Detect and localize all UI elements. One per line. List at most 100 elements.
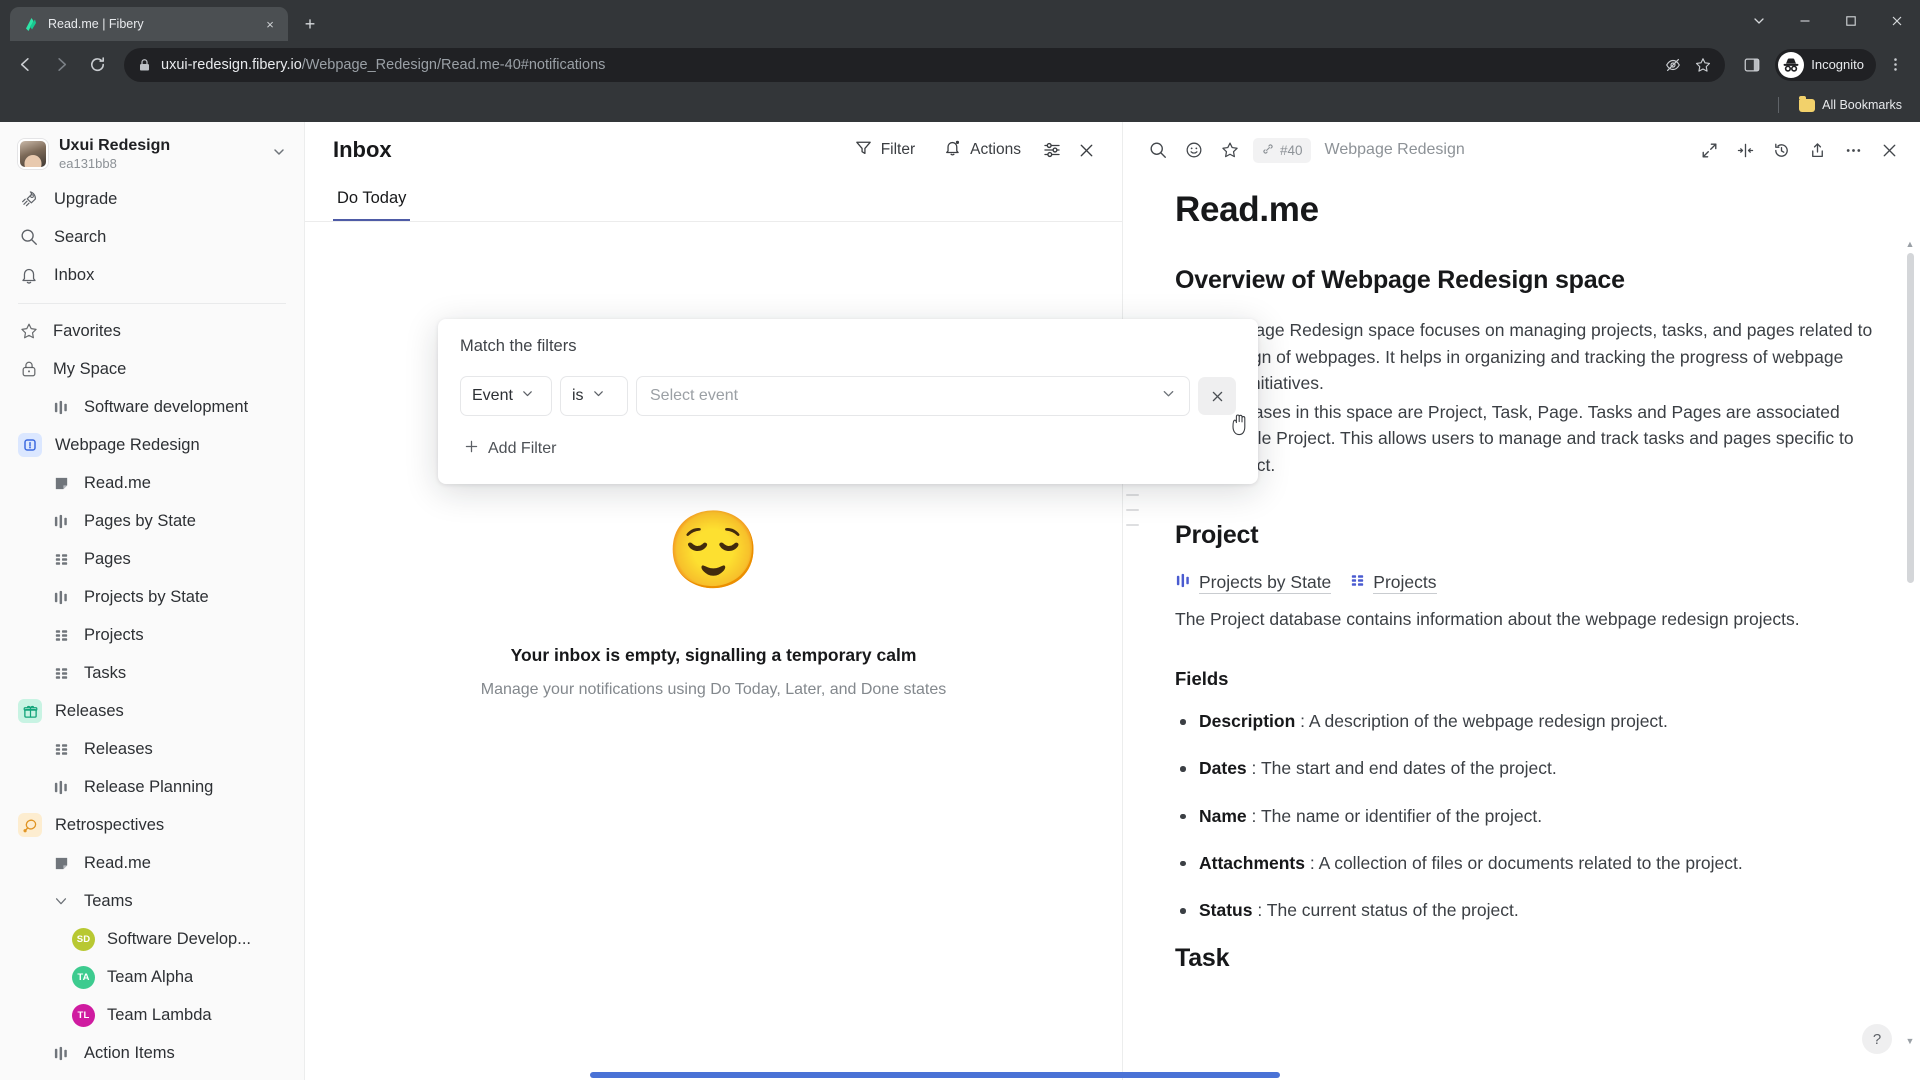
- overview-paragraph-2: Key databases in this space are Project,…: [1175, 401, 1854, 475]
- add-filter-button[interactable]: Add Filter: [460, 434, 560, 464]
- link-label: Projects: [1373, 571, 1437, 594]
- block-handle[interactable]: [1126, 509, 1139, 511]
- more-icon[interactable]: [1836, 133, 1870, 167]
- sidebar-item-upgrade[interactable]: Upgrade: [10, 180, 294, 218]
- sidebar-item-team-software-development[interactable]: SD Software Develop...: [10, 920, 294, 958]
- sidebar-item-webpage-redesign[interactable]: Webpage Redesign: [10, 426, 294, 464]
- window-controls: [1736, 0, 1920, 41]
- bookmark-star-icon[interactable]: [1689, 51, 1717, 79]
- filter-operator-select[interactable]: is: [560, 376, 628, 416]
- doc-icon: [50, 475, 72, 492]
- list-item: Description : A description of the webpa…: [1175, 708, 1874, 734]
- sidebar-item-release-planning[interactable]: Release Planning: [10, 768, 294, 806]
- filter-field-select[interactable]: Event: [460, 376, 552, 416]
- forward-icon[interactable]: [44, 48, 78, 82]
- scroll-up-icon[interactable]: ▲: [1906, 240, 1915, 249]
- sidebar-item-software-development[interactable]: Software development: [10, 388, 294, 426]
- link-projects[interactable]: Projects: [1349, 571, 1437, 594]
- sidebar-item-action-items[interactable]: Action Items: [10, 1034, 294, 1072]
- scroll-down-icon[interactable]: ▼: [1906, 1037, 1915, 1046]
- filter-button[interactable]: Filter: [843, 131, 926, 169]
- maximize-icon[interactable]: [1828, 0, 1874, 41]
- horizontal-scroll-thumb[interactable]: [590, 1072, 1280, 1078]
- tab-title: Read.me | Fibery: [48, 17, 144, 31]
- sidebar-item-team-lambda[interactable]: TL Team Lambda: [10, 996, 294, 1034]
- all-bookmarks-label: All Bookmarks: [1822, 98, 1902, 112]
- chevron-down-icon[interactable]: [268, 141, 290, 168]
- sidebar-item-favorites[interactable]: Favorites: [10, 312, 294, 350]
- avatar: TL: [72, 1003, 95, 1027]
- reload-icon[interactable]: [80, 48, 114, 82]
- sidebar-item-projects-by-state[interactable]: Projects by State: [10, 578, 294, 616]
- filter-value-select[interactable]: Select event: [636, 376, 1190, 416]
- search-icon[interactable]: [1141, 133, 1175, 167]
- workspace-header[interactable]: Uxui Redesign ea131bb8: [0, 130, 304, 178]
- emoji-icon[interactable]: [1177, 133, 1211, 167]
- sidebar-item-inbox[interactable]: Inbox: [10, 256, 294, 294]
- tab-do-today[interactable]: Do Today: [333, 178, 411, 221]
- sidebar-item-releases-view[interactable]: Releases: [10, 730, 294, 768]
- back-icon[interactable]: [8, 48, 42, 82]
- sidebar-item-pages[interactable]: Pages: [10, 540, 294, 578]
- share-icon[interactable]: [1800, 133, 1834, 167]
- document-scrollbar[interactable]: ▲ ▼: [1905, 240, 1915, 1046]
- block-handle[interactable]: [1126, 494, 1139, 496]
- sliders-icon[interactable]: [1038, 136, 1066, 164]
- project-description: The Project database contains informatio…: [1175, 608, 1800, 629]
- list-item: Name : The name or identifier of the pro…: [1175, 803, 1874, 829]
- split-view-icon[interactable]: [1728, 133, 1762, 167]
- field-name: Status: [1199, 900, 1253, 921]
- incognito-icon: [1778, 51, 1805, 78]
- sidebar-item-readme[interactable]: Read.me: [10, 464, 294, 502]
- fields-list: Description : A description of the webpa…: [1175, 708, 1874, 923]
- document-title[interactable]: Read.me: [1175, 190, 1874, 230]
- help-button[interactable]: ?: [1862, 1024, 1892, 1054]
- plus-icon: [464, 439, 479, 459]
- browser-tab[interactable]: Read.me | Fibery ×: [10, 7, 288, 41]
- horizontal-scrollbar[interactable]: [305, 1070, 1920, 1080]
- sidebar-item-search[interactable]: Search: [10, 218, 294, 256]
- field-name: Name: [1199, 805, 1247, 826]
- close-window-icon[interactable]: [1874, 0, 1920, 41]
- scroll-track[interactable]: [1905, 253, 1915, 1033]
- avatar: TA: [72, 965, 95, 989]
- sidebar-group-teams[interactable]: Teams: [10, 882, 294, 920]
- sidebar-item-tasks[interactable]: Tasks: [10, 654, 294, 692]
- link-projects-by-state[interactable]: Projects by State: [1175, 572, 1332, 594]
- sidebar-item-retrospectives-space[interactable]: Retrospectives: [10, 806, 294, 844]
- sidebar-item-my-space[interactable]: My Space: [10, 350, 294, 388]
- side-panel-icon[interactable]: [1735, 48, 1769, 82]
- tab-close-icon[interactable]: ×: [260, 14, 280, 34]
- address-bar[interactable]: uxui-redesign.fibery.io/Webpage_Redesign…: [124, 47, 1726, 82]
- sidebar-item-projects[interactable]: Projects: [10, 616, 294, 654]
- scroll-thumb[interactable]: [1907, 253, 1914, 583]
- sidebar-label: Projects: [84, 625, 144, 644]
- sidebar-label: Pages: [84, 549, 131, 568]
- sidebar-item-pages-by-state[interactable]: Pages by State: [10, 502, 294, 540]
- tab-search-chevron-icon[interactable]: [1736, 0, 1782, 41]
- hide-icon[interactable]: [1659, 51, 1687, 79]
- breadcrumb[interactable]: Webpage Redesign: [1325, 141, 1465, 159]
- sidebar-item-team-alpha[interactable]: TA Team Alpha: [10, 958, 294, 996]
- close-icon[interactable]: [1872, 133, 1906, 167]
- minimize-icon[interactable]: [1782, 0, 1828, 41]
- all-bookmarks-button[interactable]: All Bookmarks: [1793, 94, 1908, 116]
- remove-filter-button[interactable]: [1198, 377, 1236, 415]
- history-icon[interactable]: [1764, 133, 1798, 167]
- expand-icon[interactable]: [1692, 133, 1726, 167]
- actions-button[interactable]: Actions: [932, 131, 1032, 169]
- close-icon[interactable]: [1072, 136, 1100, 164]
- field-desc: : The name or identifier of the project.: [1251, 805, 1543, 826]
- chrome-menu-icon[interactable]: [1878, 48, 1912, 82]
- lock-icon: [138, 58, 151, 72]
- chevron-down-icon: [592, 387, 605, 405]
- incognito-profile-button[interactable]: Incognito: [1775, 48, 1876, 81]
- block-handle[interactable]: [1126, 524, 1139, 526]
- new-tab-button[interactable]: +: [296, 10, 324, 38]
- sidebar-item-retro-readme[interactable]: Read.me: [10, 844, 294, 882]
- star-icon[interactable]: [1213, 133, 1247, 167]
- document-block-handles[interactable]: [1126, 494, 1139, 526]
- sidebar-item-releases-space[interactable]: Releases: [10, 692, 294, 730]
- relieved-face-icon: 😌: [666, 508, 761, 593]
- entity-ref-chip[interactable]: #40: [1253, 137, 1311, 163]
